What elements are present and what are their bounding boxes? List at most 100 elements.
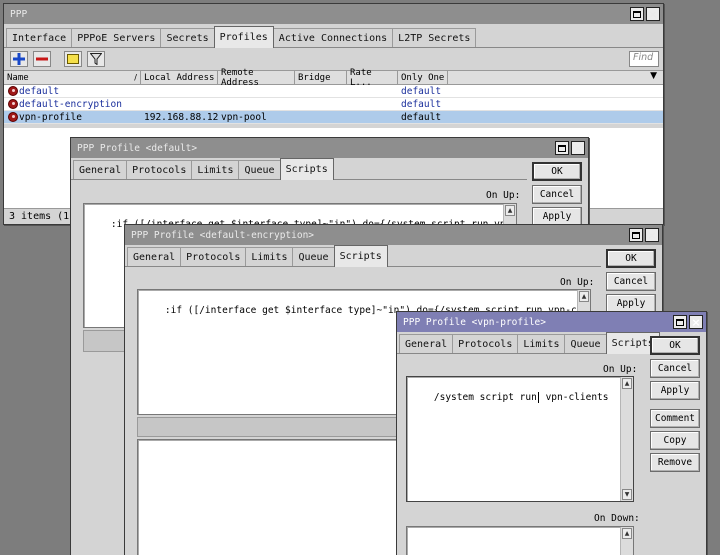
ppp-titlebar[interactable]: PPP × [4,4,663,24]
tab-active-connections[interactable]: Active Connections [272,28,394,47]
tab-general[interactable]: General [399,334,454,353]
dialog-tabs: General Protocols Limits Queue Scripts [397,332,660,354]
dialog-title: PPP Profile <default> [77,142,198,154]
on-up-script-text-rest: vpn-clients [539,392,609,403]
maximize-button[interactable] [555,141,569,155]
tab-secrets[interactable]: Secrets [160,28,215,47]
table-row-selected[interactable]: vpn-profile 192.168.88.129 vpn-pool defa… [4,111,663,124]
on-up-label: On Up: [560,277,595,288]
filter-button[interactable] [87,51,105,67]
cancel-button[interactable]: Cancel [606,272,656,291]
tab-queue[interactable]: Queue [238,160,281,179]
dialog-titlebar[interactable]: PPP Profile <default> × [71,138,588,158]
comment-button[interactable]: Comment [650,409,700,428]
scroll-up-icon[interactable]: ▲ [579,291,589,302]
tab-scripts[interactable]: Scripts [279,158,334,180]
tab-limits[interactable]: Limits [191,160,240,179]
tab-scripts[interactable]: Scripts [333,245,388,267]
find-input[interactable]: Find [629,51,659,67]
comment-button[interactable] [64,51,82,67]
col-name-label: Name [7,72,29,83]
profile-dialog-vpn-profile: PPP Profile <vpn-profile> × General Prot… [396,311,707,555]
on-down-script[interactable]: ▲ [406,526,634,555]
ppp-title: PPP [10,8,28,20]
dialog-titlebar[interactable]: PPP Profile <default-encryption> × [125,225,662,245]
on-up-script[interactable]: /system script run vpn-clients ▲ ▼ [406,376,634,502]
apply-button[interactable]: Apply [650,381,700,400]
table-row[interactable]: default-encryption default [4,98,663,111]
tab-queue[interactable]: Queue [292,247,335,266]
tab-protocols[interactable]: Protocols [180,247,247,266]
dialog-tabs: General Protocols Limits Queue Scripts [71,158,527,180]
copy-button[interactable]: Copy [650,431,700,450]
row-remote: vpn-pool [221,111,267,123]
tab-profiles[interactable]: Profiles [213,26,274,48]
row-only-one: default [401,111,442,123]
maximize-button[interactable] [630,7,644,21]
ok-button[interactable]: OK [606,249,656,268]
close-button[interactable]: × [645,228,659,242]
close-icon: × [573,141,583,155]
scroll-down-icon[interactable]: ▼ [622,489,632,500]
note-icon [67,54,79,64]
row-name: vpn-profile [19,111,82,123]
col-name[interactable]: Name / [4,71,141,84]
column-menu-icon[interactable]: ▼ [650,71,657,81]
tab-protocols[interactable]: Protocols [126,160,193,179]
scroll-up-icon[interactable]: ▲ [622,378,632,389]
row-name: default [19,85,60,97]
row-name-cell: vpn-profile [4,112,141,123]
col-only-one[interactable]: Only One [398,71,448,84]
dialog-titlebar[interactable]: PPP Profile <vpn-profile> × [397,312,706,332]
scrollbar[interactable]: ▲ [620,527,633,555]
tab-general[interactable]: General [73,160,128,179]
on-up-label: On Up: [603,364,638,375]
maximize-button[interactable] [673,315,687,329]
col-rate-limit[interactable]: Rate L... [347,68,398,88]
tab-interface[interactable]: Interface [6,28,73,47]
ok-button[interactable]: OK [532,162,582,181]
tab-queue[interactable]: Queue [564,334,607,353]
close-button[interactable]: × [689,315,703,329]
sort-asc-icon: / [134,73,137,82]
profile-icon [8,112,18,122]
close-icon: × [647,228,657,242]
on-up-script-text: /system script run [433,392,537,403]
maximize-icon [632,231,640,239]
row-local: 192.168.88.129 [144,111,218,123]
row-only-one: default [401,98,442,110]
col-local-address[interactable]: Local Address [141,71,218,84]
remove-button[interactable]: Remove [650,453,700,472]
row-name-cell: default [4,86,141,97]
cancel-button[interactable]: Cancel [532,185,582,204]
cancel-button[interactable]: Cancel [650,359,700,378]
table-row[interactable]: default default [4,85,663,98]
col-bridge[interactable]: Bridge [295,71,347,84]
tab-l2tp-secrets[interactable]: L2TP Secrets [392,28,477,47]
close-button[interactable]: × [571,141,585,155]
dialog-tabs: General Protocols Limits Queue Scripts [125,245,601,267]
scroll-up-icon[interactable]: ▲ [505,205,515,216]
scroll-up-icon[interactable]: ▲ [622,528,632,539]
close-icon: × [691,315,701,329]
tab-limits[interactable]: Limits [245,247,294,266]
table-header: Name / Local Address Remote Address Brid… [4,68,663,88]
on-down-label: On Down: [594,513,640,524]
remove-button[interactable] [33,51,51,67]
scrollbar[interactable]: ▲ ▼ [620,377,633,501]
maximize-icon [558,144,566,152]
close-icon: × [648,7,658,21]
close-button[interactable]: × [646,7,660,21]
tab-general[interactable]: General [127,247,182,266]
tab-pppoe-servers[interactable]: PPPoE Servers [71,28,162,47]
ppp-toolbar: Find [4,48,663,70]
tab-protocols[interactable]: Protocols [452,334,519,353]
ok-button[interactable]: OK [650,336,700,355]
tab-limits[interactable]: Limits [517,334,566,353]
add-button[interactable] [10,51,28,67]
row-only-one: default [401,85,442,97]
dialog-title: PPP Profile <vpn-profile> [403,316,546,328]
profile-icon [8,99,18,109]
maximize-button[interactable] [629,228,643,242]
col-remote-address[interactable]: Remote Address [218,68,295,88]
